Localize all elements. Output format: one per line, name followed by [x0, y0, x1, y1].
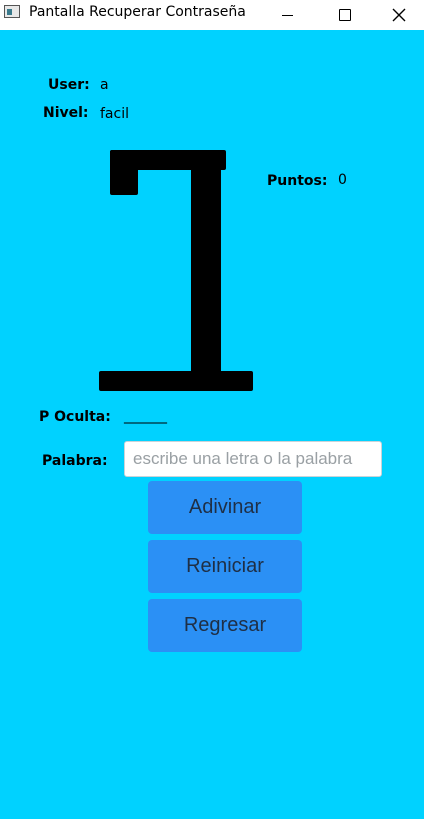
minimize-button[interactable]: [258, 0, 316, 30]
gallows-base: [99, 371, 253, 391]
nivel-value: facil: [100, 106, 129, 122]
maximize-button[interactable]: [316, 0, 374, 30]
window-title: Pantalla Recuperar Contraseña: [29, 4, 246, 20]
nivel-label: Nivel:: [43, 105, 89, 121]
minimize-icon: [281, 14, 293, 16]
user-label: User:: [48, 77, 90, 93]
gallows-post: [191, 150, 221, 380]
gallows-top-beam: [110, 150, 226, 170]
oculta-label: P Oculta:: [39, 409, 111, 425]
close-icon: [392, 8, 406, 22]
app-window-icon: [4, 5, 20, 18]
title-bar: Pantalla Recuperar Contraseña: [0, 0, 424, 30]
reiniciar-button[interactable]: Reiniciar: [148, 540, 302, 593]
palabra-label: Palabra:: [42, 453, 108, 469]
puntos-label: Puntos:: [267, 173, 328, 189]
maximize-icon: [339, 9, 351, 21]
oculta-value: _______: [124, 408, 167, 424]
puntos-value: 0: [338, 172, 347, 188]
regresar-button[interactable]: Regresar: [148, 599, 302, 652]
user-value: a: [100, 77, 109, 93]
close-button[interactable]: [374, 0, 424, 30]
gallows-rope-stub: [110, 150, 138, 195]
palabra-input[interactable]: [124, 441, 382, 477]
adivinar-button[interactable]: Adivinar: [148, 481, 302, 534]
